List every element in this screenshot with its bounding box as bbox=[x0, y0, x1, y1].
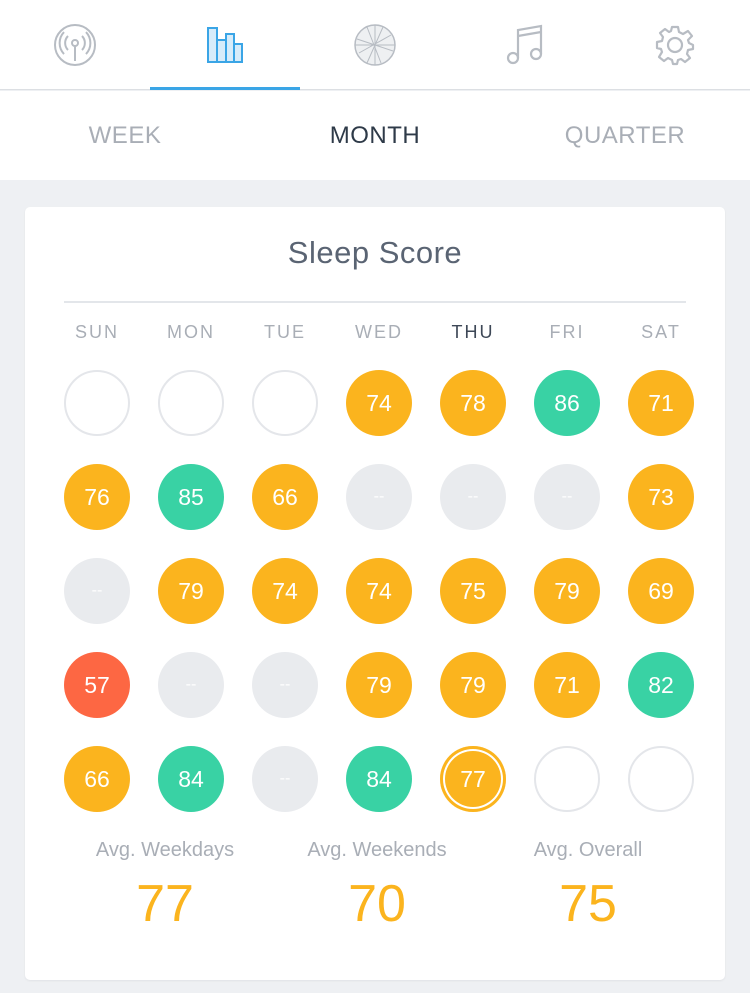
day-score-cell[interactable]: 74 bbox=[346, 558, 412, 624]
day-score-cell[interactable]: 73 bbox=[628, 464, 694, 530]
day-score-cell[interactable]: 84 bbox=[346, 746, 412, 812]
tab-music[interactable] bbox=[450, 0, 600, 90]
avg-weekends-value: 70 bbox=[348, 875, 406, 933]
tab-stats[interactable] bbox=[150, 0, 300, 90]
day-score-cell[interactable]: 79 bbox=[346, 652, 412, 718]
day-score-cell[interactable]: 85 bbox=[158, 464, 224, 530]
day-header-fri: FRI bbox=[549, 322, 585, 342]
sleep-score-card: Sleep Score SUN MON TUE WED THU FRI SAT 74 78 86… bbox=[25, 207, 725, 980]
tab-settings[interactable] bbox=[600, 0, 750, 90]
day-score-cell[interactable]: 71 bbox=[534, 652, 600, 718]
day-header-sun: SUN bbox=[74, 322, 119, 342]
day-header-wed: WED bbox=[355, 322, 403, 342]
day-header-thu: THU bbox=[451, 322, 495, 342]
avg-weekdays-label: Avg. Weekdays bbox=[95, 839, 235, 861]
top-tab-bar bbox=[0, 0, 750, 90]
day-score-cell[interactable]: 66 bbox=[64, 746, 130, 812]
avg-overall-value: 75 bbox=[559, 875, 617, 933]
day-score-cell[interactable]: 74 bbox=[346, 370, 412, 436]
day-header-mon: MON bbox=[167, 322, 215, 342]
day-score-cell[interactable]: 71 bbox=[628, 370, 694, 436]
avg-overall: Avg. Overall 75 bbox=[468, 839, 708, 934]
day-score-cell[interactable]: 74 bbox=[252, 558, 318, 624]
day-score-cell[interactable]: 76 bbox=[64, 464, 130, 530]
day-score-cell[interactable]: 79 bbox=[534, 558, 600, 624]
avg-weekends-label: Avg. Weekends bbox=[307, 839, 447, 861]
avg-weekdays-value: 77 bbox=[136, 875, 194, 933]
tab-live[interactable] bbox=[0, 0, 150, 90]
calendar-empty-day bbox=[628, 746, 694, 812]
day-score-cell[interactable]: 84 bbox=[158, 746, 224, 812]
calendar-empty-day bbox=[158, 370, 224, 436]
period-quarter[interactable]: QUARTER bbox=[500, 91, 750, 180]
day-score-cell[interactable]: 57 bbox=[64, 652, 130, 718]
day-score-cell[interactable]: 78 bbox=[440, 370, 506, 436]
music-note-icon bbox=[505, 24, 545, 66]
day-score-cell[interactable]: -- bbox=[440, 464, 506, 530]
day-score-cell[interactable]: 66 bbox=[252, 464, 318, 530]
period-month[interactable]: MONTH bbox=[250, 91, 500, 180]
globe-icon bbox=[353, 23, 397, 67]
period-selector: WEEK MONTH QUARTER bbox=[0, 91, 750, 180]
calendar-empty-day bbox=[534, 746, 600, 812]
avg-weekdays: Avg. Weekdays 77 bbox=[45, 839, 285, 934]
gear-icon bbox=[654, 24, 696, 66]
day-score-cell[interactable]: -- bbox=[64, 558, 130, 624]
tab-sphere[interactable] bbox=[300, 0, 450, 90]
day-score-cell[interactable]: 86 bbox=[534, 370, 600, 436]
day-score-cell[interactable]: 75 bbox=[440, 558, 506, 624]
day-score-cell[interactable]: 79 bbox=[158, 558, 224, 624]
divider bbox=[64, 301, 686, 303]
day-score-cell[interactable]: 82 bbox=[628, 652, 694, 718]
day-score-cell[interactable]: 77 bbox=[440, 746, 506, 812]
period-week[interactable]: WEEK bbox=[0, 91, 250, 180]
calendar-empty-day bbox=[64, 370, 130, 436]
day-score-cell[interactable]: -- bbox=[158, 652, 224, 718]
day-score-cell[interactable]: -- bbox=[252, 746, 318, 812]
card-title: Sleep Score bbox=[287, 235, 463, 270]
day-score-cell[interactable]: 69 bbox=[628, 558, 694, 624]
day-score-cell[interactable]: 79 bbox=[440, 652, 506, 718]
bar-chart-icon bbox=[206, 26, 244, 64]
antenna-icon bbox=[53, 23, 97, 67]
avg-overall-label: Avg. Overall bbox=[533, 839, 643, 861]
calendar-empty-day bbox=[252, 370, 318, 436]
day-header-sat: SAT bbox=[641, 322, 681, 342]
day-score-cell[interactable]: -- bbox=[534, 464, 600, 530]
day-score-cell[interactable]: -- bbox=[252, 652, 318, 718]
day-header-tue: TUE bbox=[264, 322, 306, 342]
avg-weekends: Avg. Weekends 70 bbox=[257, 839, 497, 934]
day-score-cell[interactable]: -- bbox=[346, 464, 412, 530]
